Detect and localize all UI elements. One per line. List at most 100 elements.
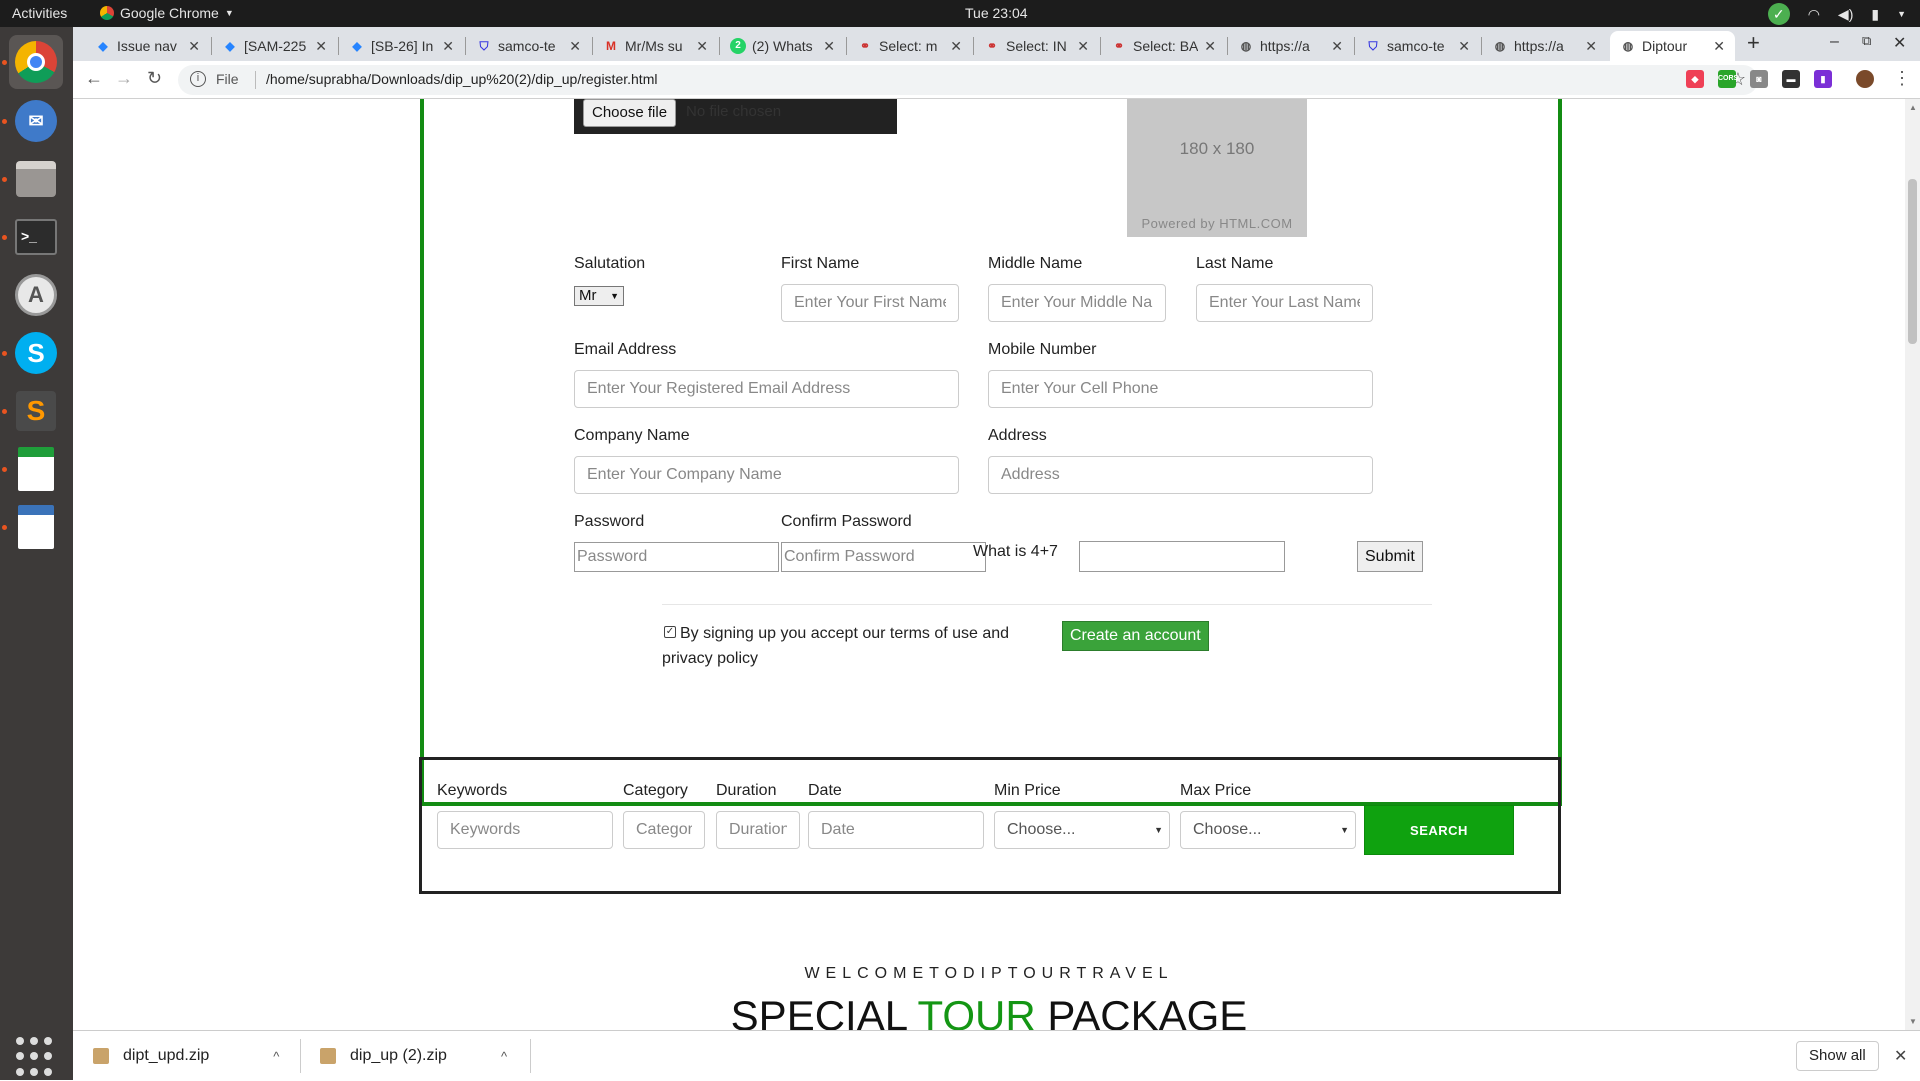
middle-name-field[interactable] <box>988 284 1166 322</box>
battery-icon[interactable]: ▮ <box>1871 6 1879 23</box>
close-icon[interactable]: ✕ <box>950 38 962 55</box>
activities-button[interactable]: Activities <box>12 5 67 21</box>
dock-sublime-text-icon[interactable]: S <box>9 384 63 438</box>
close-icon[interactable]: ✕ <box>1204 38 1216 55</box>
cors-extension-icon[interactable]: CORS <box>1718 70 1738 88</box>
dock-image-viewer-icon[interactable] <box>9 500 63 554</box>
wifi-icon[interactable]: ◠ <box>1808 6 1820 23</box>
dock-skype-icon[interactable]: S <box>9 326 63 380</box>
duration-field[interactable] <box>716 811 800 849</box>
dock-chrome-icon[interactable] <box>9 35 63 89</box>
company-field[interactable] <box>574 456 959 494</box>
scroll-down-icon[interactable]: ▼ <box>1909 1017 1917 1026</box>
back-icon[interactable]: ← <box>85 68 103 89</box>
tab[interactable]: ◍ https://a ✕ <box>1482 31 1607 61</box>
address-bar[interactable]: i File /home/suprabha/Downloads/dip_up%2… <box>178 65 1758 95</box>
captcha-answer-field[interactable] <box>1079 541 1285 572</box>
scroll-up-icon[interactable]: ▲ <box>1909 103 1917 112</box>
close-icon[interactable]: ✕ <box>823 38 835 55</box>
tab[interactable]: ⛉ samco-te ✕ <box>466 31 591 61</box>
tab[interactable]: ⚭ Select: BA ✕ <box>1101 31 1226 61</box>
chevron-up-icon[interactable]: ^ <box>501 1049 507 1064</box>
dock-thunderbird-icon[interactable]: ✉ <box>9 94 63 148</box>
choose-file-button[interactable]: Choose file <box>583 99 677 127</box>
tab-label: https://a <box>1514 38 1564 54</box>
tab[interactable]: 2 (2) Whats ✕ <box>720 31 845 61</box>
clock[interactable]: Tue 23:04 <box>965 5 1028 21</box>
scrollbar-thumb[interactable] <box>1908 179 1917 344</box>
new-tab-icon[interactable]: + <box>1747 30 1760 56</box>
pocket-extension-icon[interactable]: ◆ <box>1686 70 1704 88</box>
camera-extension-icon[interactable]: ◙ <box>1750 70 1768 88</box>
dock-calc-icon[interactable] <box>9 442 63 496</box>
tab[interactable]: ◆ [SAM-225 ✕ <box>212 31 337 61</box>
address-url[interactable]: /home/suprabha/Downloads/dip_up%20(2)/di… <box>266 71 657 87</box>
menu-icon[interactable]: ⋮ <box>1893 68 1911 89</box>
system-tray[interactable]: ✓ ◠ ◀) ▮ ▼ <box>1767 3 1906 25</box>
avatar[interactable] <box>1856 70 1874 88</box>
dock-software-updater-icon[interactable]: A <box>9 268 63 322</box>
tab[interactable]: ⚭ Select: IN ✕ <box>974 31 1099 61</box>
close-icon[interactable]: ✕ <box>1458 38 1470 55</box>
address-field[interactable] <box>988 456 1373 494</box>
info-icon[interactable]: i <box>190 71 206 87</box>
tab[interactable]: M Mr/Ms su ✕ <box>593 31 718 61</box>
dock-terminal-icon[interactable]: >_ <box>9 210 63 264</box>
dev-extension-icon[interactable]: ▬ <box>1782 70 1800 88</box>
date-field[interactable] <box>808 811 984 849</box>
maximize-icon[interactable]: ⧉ <box>1862 33 1871 49</box>
tab[interactable]: ⛉ samco-te ✕ <box>1355 31 1480 61</box>
tab-label: samco-te <box>1387 38 1445 54</box>
purple-extension-icon[interactable]: ▮ <box>1814 70 1832 88</box>
submit-button[interactable]: Submit <box>1357 541 1423 572</box>
close-icon[interactable]: ✕ <box>1077 38 1089 55</box>
max-price-select[interactable]: Choose... ▼ <box>1180 811 1356 849</box>
page-scrollbar[interactable]: ▲ ▼ <box>1905 99 1920 1030</box>
min-price-select[interactable]: Choose... ▼ <box>994 811 1170 849</box>
chevron-down-icon: ▼ <box>1340 825 1349 835</box>
check-icon[interactable]: ✓ <box>1767 3 1790 25</box>
tab[interactable]: ◍ https://a ✕ <box>1228 31 1353 61</box>
password-field[interactable] <box>574 542 779 572</box>
category-field[interactable] <box>623 811 705 849</box>
show-applications-icon[interactable] <box>16 1037 56 1077</box>
download-item[interactable]: dip_up (2).zip ^ <box>320 1031 507 1081</box>
first-name-field[interactable] <box>781 284 959 322</box>
close-icon[interactable]: ✕ <box>1713 38 1725 55</box>
confirm-password-field[interactable] <box>781 542 986 572</box>
dock-files-icon[interactable] <box>9 152 63 206</box>
volume-icon[interactable]: ◀) <box>1838 6 1853 23</box>
close-icon[interactable]: ✕ <box>1585 38 1597 55</box>
search-button[interactable]: SEARCH <box>1364 805 1514 855</box>
close-window-icon[interactable]: ✕ <box>1893 33 1906 53</box>
duration-label: Duration <box>716 782 777 799</box>
close-icon[interactable]: ✕ <box>442 38 454 55</box>
close-icon[interactable]: ✕ <box>315 38 327 55</box>
tab-active[interactable]: ◍ Diptour ✕ <box>1610 31 1735 61</box>
mobile-field[interactable] <box>988 370 1373 408</box>
close-icon[interactable]: ✕ <box>1331 38 1343 55</box>
tab[interactable]: ⚭ Select: m ✕ <box>847 31 972 61</box>
email-field[interactable] <box>574 370 959 408</box>
close-icon[interactable]: ✕ <box>188 38 200 55</box>
download-item[interactable]: dipt_upd.zip ^ <box>93 1031 279 1081</box>
create-account-button[interactable]: Create an account <box>1062 621 1209 651</box>
close-icon[interactable]: ✕ <box>569 38 581 55</box>
forward-icon[interactable]: → <box>115 68 133 89</box>
running-indicator <box>2 177 7 182</box>
tab[interactable]: ◆ Issue nav ✕ <box>85 31 210 61</box>
close-icon[interactable]: ✕ <box>696 38 708 55</box>
chevron-down-icon[interactable]: ▼ <box>1897 9 1906 19</box>
show-all-button[interactable]: Show all <box>1796 1041 1879 1071</box>
middle-name-label: Middle Name <box>988 255 1083 272</box>
reload-icon[interactable]: ↻ <box>147 68 162 89</box>
close-icon[interactable]: ✕ <box>1894 1046 1907 1066</box>
minimize-icon[interactable]: – <box>1830 33 1839 51</box>
last-name-field[interactable] <box>1196 284 1373 322</box>
app-menu[interactable]: Google Chrome ▼ <box>100 5 234 21</box>
tab[interactable]: ◆ [SB-26] In ✕ <box>339 31 464 61</box>
salutation-select[interactable]: Mr ▼ <box>574 286 624 306</box>
keywords-field[interactable] <box>437 811 613 849</box>
chevron-up-icon[interactable]: ^ <box>273 1049 279 1064</box>
tab-label: Select: BA <box>1133 38 1199 54</box>
